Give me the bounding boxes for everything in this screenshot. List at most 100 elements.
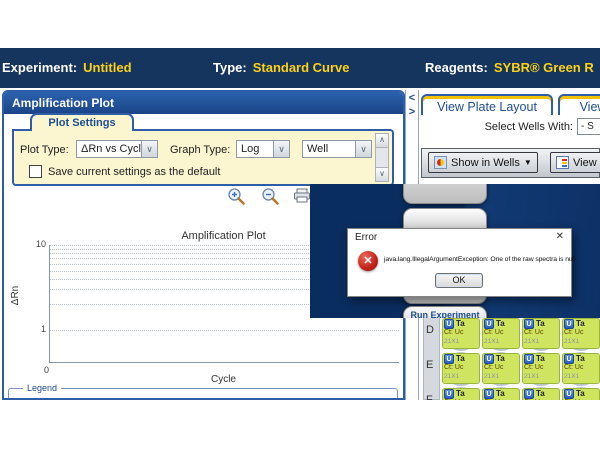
plate-well[interactable]: UTaCt: Uc21X1 <box>442 352 480 385</box>
well-sample-text: Ct: Uc <box>484 399 519 400</box>
task-unknown-badge: U <box>484 319 494 329</box>
plot-type-value: ΔRn vs Cycle <box>81 143 147 155</box>
well-text: UTaCt: Uc21X1 <box>444 388 479 400</box>
y-tick-1: 1 <box>28 324 46 334</box>
well-sample-text: Ct: Uc <box>524 329 559 338</box>
tab-plot-settings[interactable]: Plot Settings <box>30 113 134 131</box>
well-text: UTaCt: Uc21X1 <box>524 388 559 400</box>
ok-button[interactable]: OK <box>435 273 483 288</box>
plate-row-label[interactable]: F <box>426 394 433 400</box>
save-default-checkbox[interactable] <box>29 165 42 178</box>
settings-scrollbar[interactable]: ∧ ∨ <box>375 133 389 182</box>
task-unknown-badge: U <box>564 389 574 399</box>
plate-well[interactable]: UTaCt: Uc21X1 <box>482 352 520 385</box>
run-experiment-button[interactable]: Run Experiment <box>403 306 487 318</box>
task-unknown-badge: U <box>444 354 454 364</box>
graph-type-select[interactable]: Log ∨ <box>236 140 290 158</box>
well-sample-text: Ct: Uc <box>564 329 599 338</box>
well-sample-text: Ct: Uc <box>484 364 519 373</box>
plot-color-select[interactable]: Well ∨ <box>302 140 372 158</box>
select-wells-dropdown[interactable]: - S <box>577 118 600 135</box>
plate-row-label[interactable]: E <box>426 359 433 371</box>
scroll-up-icon[interactable]: ∧ <box>376 134 388 148</box>
well-text: UTaCt: Uc21X1 <box>484 388 519 400</box>
well-quantity-text: 21X1 <box>444 373 479 381</box>
expand-right-icon[interactable]: > <box>406 106 418 118</box>
well-quantity-text: 21X1 <box>484 338 519 346</box>
plot-settings-box: Plot Type: ΔRn vs Cycle ∨ Graph Type: Lo… <box>12 129 394 186</box>
well-sample-text: Ct: Uc <box>564 399 599 400</box>
experiment-field: Experiment:Untitled <box>2 48 132 88</box>
well-text: UTaCt: Uc21X1 <box>444 318 479 349</box>
graph-type-value: Log <box>241 143 259 155</box>
well-target: Ta <box>496 354 505 363</box>
plate-well[interactable]: UTaCt: Uc21X1 <box>562 317 600 350</box>
scroll-down-icon[interactable]: ∨ <box>376 167 388 181</box>
plate-well[interactable]: UTaCt: Uc21X1 <box>562 352 600 385</box>
task-unknown-badge: U <box>444 389 454 399</box>
type-field: Type:Standard Curve <box>213 48 350 88</box>
well-target: Ta <box>536 354 545 363</box>
well-target: Ta <box>536 319 545 328</box>
plate-well[interactable]: UTaCt: Uc21X1 <box>522 352 560 385</box>
wells-color-icon <box>434 156 447 169</box>
close-icon[interactable]: ✕ <box>556 231 564 242</box>
plate-well[interactable]: UTaCt: Uc21X1 <box>442 317 480 350</box>
chart-gridline <box>50 330 399 331</box>
instrument-button-1[interactable] <box>403 184 487 204</box>
reagents-field: Reagents:SYBR® Green R <box>425 48 594 88</box>
tab-view-plate-layout[interactable]: View Plate Layout <box>421 94 553 115</box>
plate-well[interactable]: UTaCt: Uc21X1 <box>482 317 520 350</box>
well-text: UTaCt: Uc21X1 <box>564 353 599 384</box>
legend-fieldset: Legend <box>8 388 398 400</box>
run-experiment-label: Run Experiment <box>410 310 479 318</box>
zoom-out-button[interactable] <box>260 187 282 207</box>
y-tick-10: 10 <box>28 239 46 249</box>
well-sample-text: Ct: Uc <box>524 399 559 400</box>
plate-well[interactable]: UTaCt: Uc21X1 <box>482 387 520 400</box>
well-text: UTaCt: Uc21X1 <box>444 353 479 384</box>
task-unknown-badge: U <box>444 319 454 329</box>
task-unknown-badge: U <box>564 354 574 364</box>
error-dialog: Error ✕ ✕ java.lang.IllegalArgumentExcep… <box>347 228 572 297</box>
show-in-wells-button[interactable]: Show in Wells ▼ <box>428 152 538 173</box>
plate-well[interactable]: UTaCt: Uc21X1 <box>562 387 600 400</box>
experiment-info-bar: Experiment:Untitled Type:Standard Curve … <box>0 48 600 88</box>
tab-view-well-table[interactable]: View <box>558 94 600 115</box>
plate-well[interactable]: UTaCt: Uc21X1 <box>442 387 480 400</box>
view-legend-button[interactable]: View L <box>550 152 600 173</box>
save-default-label: Save current settings as the default <box>48 166 220 178</box>
task-unknown-badge: U <box>484 389 494 399</box>
plate-row-label[interactable]: D <box>426 324 434 336</box>
zoom-in-icon <box>226 187 248 207</box>
well-sample-text: Ct: Uc <box>444 329 479 338</box>
well-text: UTaCt: Uc21X1 <box>524 318 559 349</box>
well-text: UTaCt: Uc21X1 <box>524 353 559 384</box>
well-quantity-text: 21X1 <box>524 338 559 346</box>
panel-title: Amplification Plot <box>4 92 403 114</box>
well-sample-text: Ct: Uc <box>524 364 559 373</box>
plot-type-select[interactable]: ΔRn vs Cycle ∨ <box>76 140 158 158</box>
zoom-in-button[interactable] <box>226 187 248 207</box>
well-target: Ta <box>456 354 465 363</box>
error-message: java.lang.IllegalArgumentException: One … <box>384 256 575 263</box>
collapse-left-icon[interactable]: < <box>406 92 418 104</box>
select-wells-label: Select Wells With: <box>459 121 573 133</box>
well-quantity-text: 21X1 <box>564 373 599 381</box>
well-quantity-text: 21X1 <box>444 338 479 346</box>
plate-well[interactable]: UTaCt: Uc21X1 <box>522 387 560 400</box>
well-quantity-text: 21X1 <box>484 373 519 381</box>
plate-well[interactable]: UTaCt: Uc21X1 <box>522 317 560 350</box>
well-target: Ta <box>456 389 465 398</box>
dialog-title: Error <box>355 232 377 243</box>
well-target: Ta <box>456 319 465 328</box>
task-unknown-badge: U <box>524 389 534 399</box>
well-sample-text: Ct: Uc <box>444 399 479 400</box>
task-unknown-badge: U <box>524 319 534 329</box>
plate-toolbar: Show in Wells ▼ View L <box>421 148 600 178</box>
app-screen: Experiment:Untitled Type:Standard Curve … <box>0 0 600 450</box>
type-label: Type: <box>213 60 247 75</box>
chevron-down-icon: ∨ <box>355 141 371 157</box>
well-target: Ta <box>576 354 585 363</box>
plate-grid: DUTaCt: Uc21X1UTaCt: Uc21X1UTaCt: Uc21X1… <box>419 317 600 400</box>
